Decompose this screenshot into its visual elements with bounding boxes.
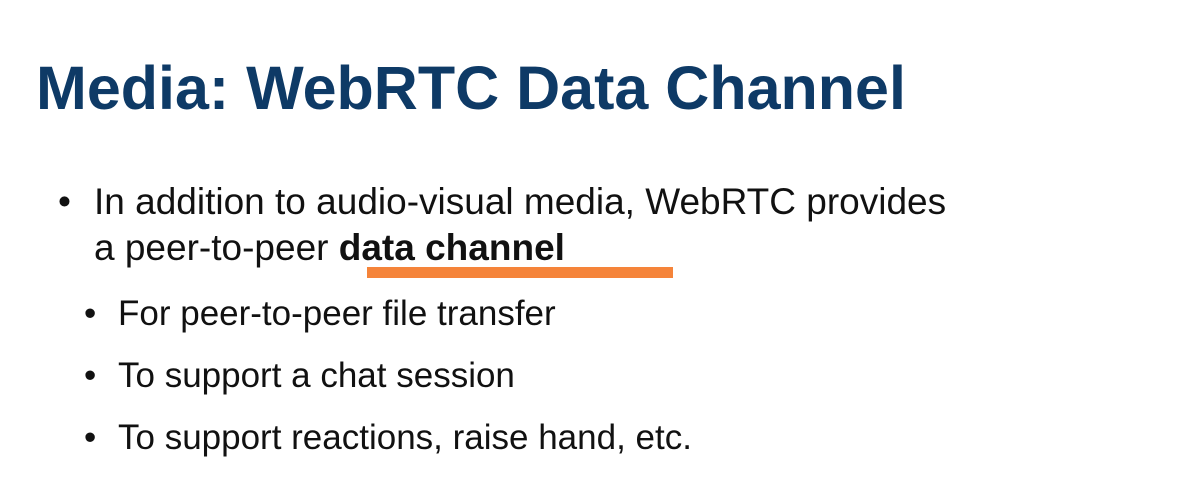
highlight-underline	[367, 267, 673, 278]
bullet-line-2: a peer-to-peer data channel	[94, 226, 565, 270]
sub-bullet-marker: •	[84, 356, 97, 395]
sub-bullet-text: For peer-to-peer file transfer	[118, 294, 556, 333]
bullet-line-2-prefix: a peer-to-peer	[94, 227, 339, 268]
sub-bullet-marker: •	[84, 294, 97, 333]
sub-bullet-text: To support a chat session	[118, 356, 515, 395]
bullet-line-1: In addition to audio-visual media, WebRT…	[94, 181, 947, 222]
sub-bullet-marker: •	[84, 418, 97, 457]
bullet-marker: •	[58, 181, 71, 222]
slide-title: Media: WebRTC Data Channel	[36, 54, 906, 122]
data-channel-emphasis: data channel	[338, 227, 565, 268]
sub-bullet-text: To support reactions, raise hand, etc.	[118, 418, 692, 457]
